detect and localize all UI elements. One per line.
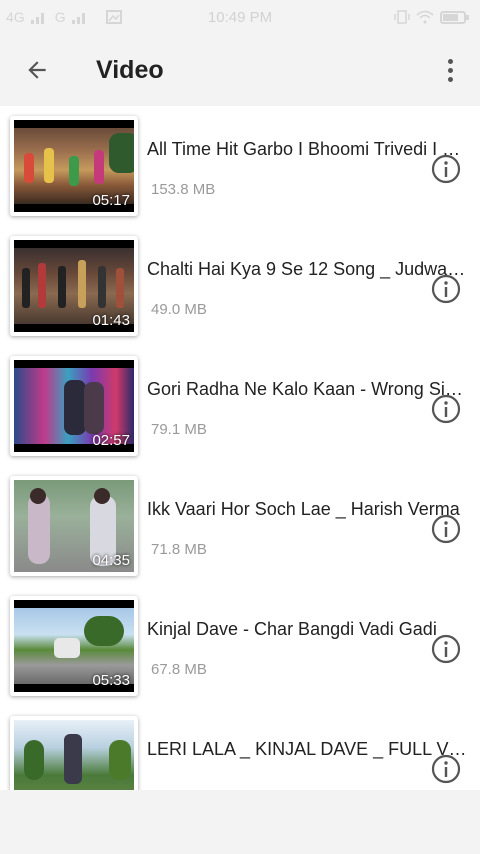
video-item[interactable]: 01:43 Chalti Hai Kya 9 Se 12 Song _ Judw… xyxy=(0,226,480,346)
video-title: All Time Hit Garbo I Bhoomi Trivedi I Na… xyxy=(147,139,467,159)
video-duration: 05:17 xyxy=(92,192,130,209)
status-time: 10:49 PM xyxy=(207,8,273,26)
video-thumbnail[interactable]: 04:35 xyxy=(10,476,138,576)
video-size: 49.0 MB xyxy=(151,301,207,318)
status-bar: 4G G 10:49 PM xyxy=(0,0,480,34)
video-size: 153.8 MB xyxy=(151,181,216,198)
video-item[interactable]: 02:57 Gori Radha Ne Kalo Kaan - Wrong Si… xyxy=(0,346,480,466)
video-size: 67.8 MB xyxy=(151,661,207,678)
thumbnail-image xyxy=(14,720,134,790)
video-item[interactable]: 05:17 All Time Hit Garbo I Bhoomi Trived… xyxy=(0,106,480,226)
video-thumbnail[interactable]: 02:57 xyxy=(10,356,138,456)
info-icon[interactable] xyxy=(430,633,462,665)
bottom-area xyxy=(0,790,480,854)
info-icon[interactable] xyxy=(430,393,462,425)
back-button[interactable] xyxy=(0,34,74,106)
video-list[interactable]: 05:17 All Time Hit Garbo I Bhoomi Trived… xyxy=(0,106,480,790)
video-thumbnail[interactable]: 01:43 xyxy=(10,236,138,336)
video-duration: 04:35 xyxy=(92,552,130,569)
video-size: 79.1 MB xyxy=(151,421,207,438)
video-duration: 01:43 xyxy=(92,312,130,329)
video-title: Ikk Vaari Hor Soch Lae _ Harish Verma xyxy=(147,499,460,519)
video-title: Chalti Hai Kya 9 Se 12 Song _ Judwaa 2 xyxy=(147,259,467,279)
more-vert-icon xyxy=(447,58,453,64)
more-options-button[interactable] xyxy=(434,54,466,86)
video-item[interactable]: LERI LALA _ KINJAL DAVE _ FULL VIDEO xyxy=(0,706,480,790)
video-duration: 05:33 xyxy=(92,672,130,689)
video-title: LERI LALA _ KINJAL DAVE _ FULL VIDEO xyxy=(147,739,467,759)
info-icon[interactable] xyxy=(430,753,462,785)
video-duration: 02:57 xyxy=(92,432,130,449)
video-item[interactable]: 05:33 Kinjal Dave - Char Bangdi Vadi Gad… xyxy=(0,586,480,706)
arrow-left-icon xyxy=(28,61,46,79)
page-title: Video xyxy=(96,55,164,84)
video-size: 71.8 MB xyxy=(151,541,207,558)
video-item[interactable]: 04:35 Ikk Vaari Hor Soch Lae _ Harish Ve… xyxy=(0,466,480,586)
video-thumbnail[interactable] xyxy=(10,716,138,790)
video-title: Gori Radha Ne Kalo Kaan - Wrong Side Raj… xyxy=(147,379,467,399)
video-title: Kinjal Dave - Char Bangdi Vadi Gadi xyxy=(147,619,437,639)
info-icon[interactable] xyxy=(430,153,462,185)
info-icon[interactable] xyxy=(430,513,462,545)
battery-icon xyxy=(440,10,469,24)
info-icon[interactable] xyxy=(430,273,462,305)
video-thumbnail[interactable]: 05:17 xyxy=(10,116,138,216)
app-bar: Video xyxy=(0,34,480,106)
video-thumbnail[interactable]: 05:33 xyxy=(10,596,138,696)
